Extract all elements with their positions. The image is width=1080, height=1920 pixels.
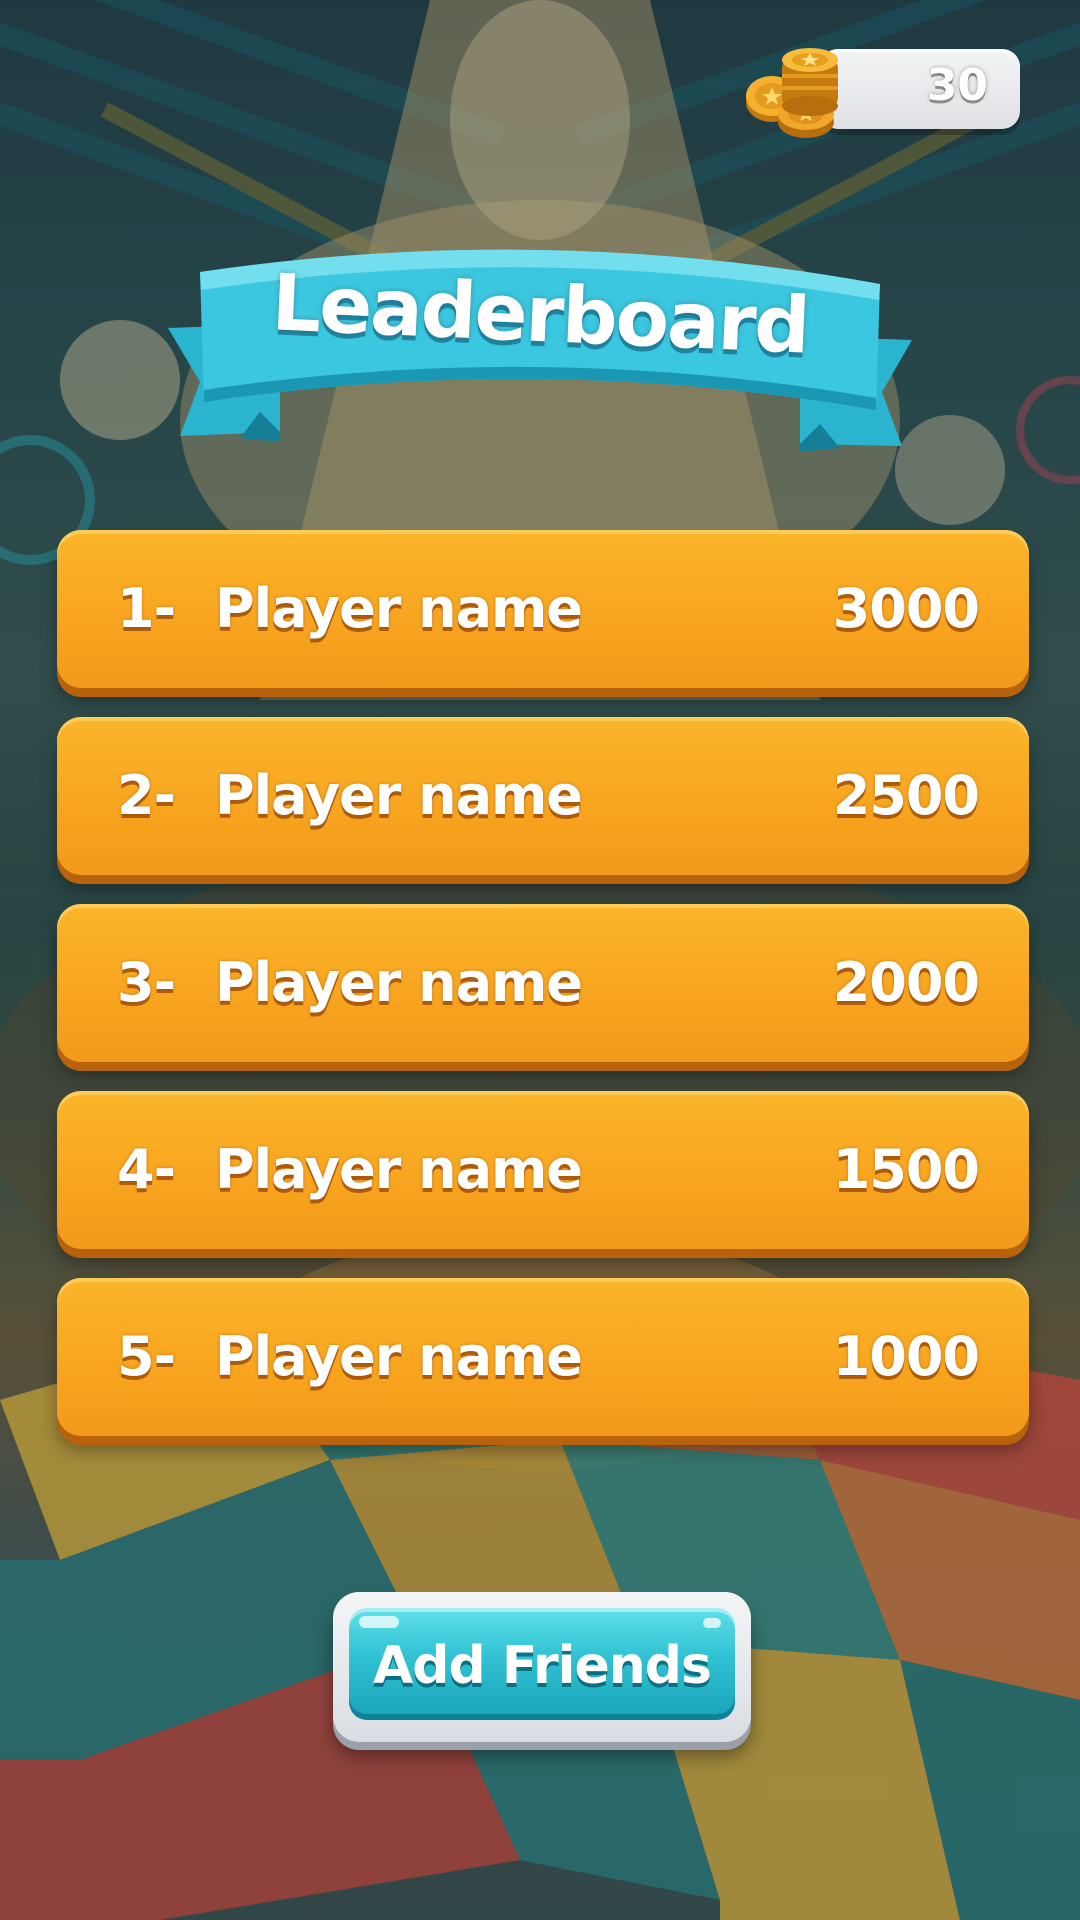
player-score: 2000 (832, 951, 980, 1014)
title-ribbon: Leaderboard (160, 232, 920, 472)
button-shine (359, 1616, 399, 1628)
player-score: 2500 (832, 764, 980, 827)
leaderboard-row: 4- Player name 1500 (57, 1091, 1029, 1249)
add-friends-label: Add Friends (373, 1636, 712, 1696)
rank-label: 2- (117, 764, 176, 827)
player-name: Player name (215, 1138, 583, 1201)
leaderboard-list: 1- Player name 3000 2- Player name 2500 … (57, 530, 1029, 1465)
coin-counter: 30 (740, 40, 1040, 138)
leaderboard-row: 3- Player name 2000 (57, 904, 1029, 1062)
player-name: Player name (215, 951, 583, 1014)
rank-label: 4- (117, 1138, 176, 1201)
player-score: 3000 (832, 577, 980, 640)
leaderboard-row: 1- Player name 3000 (57, 530, 1029, 688)
player-score: 1500 (832, 1138, 980, 1201)
coin-stack-icon (746, 48, 838, 138)
player-name: Player name (215, 1325, 583, 1388)
button-shine (703, 1618, 721, 1628)
rank-label: 1- (117, 577, 176, 640)
player-name: Player name (215, 764, 583, 827)
coin-balance-value: 30 (926, 60, 988, 111)
leaderboard-row: 5- Player name 1000 (57, 1278, 1029, 1436)
player-name: Player name (215, 577, 583, 640)
player-score: 1000 (832, 1325, 980, 1388)
leaderboard-row: 2- Player name 2500 (57, 717, 1029, 875)
rank-label: 5- (117, 1325, 176, 1388)
rank-label: 3- (117, 951, 176, 1014)
add-friends-button[interactable]: Add Friends (333, 1592, 751, 1742)
add-friends-button-face[interactable]: Add Friends (349, 1608, 735, 1720)
